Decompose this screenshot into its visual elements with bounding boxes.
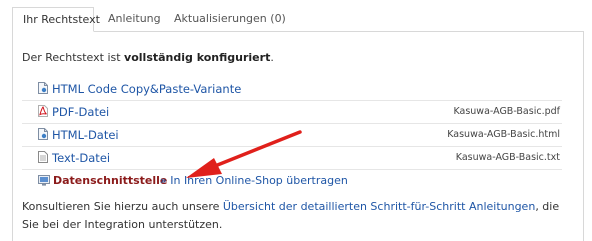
transfer-to-shop-link[interactable]: » In Ihren Online-Shop übertragen	[160, 174, 348, 187]
status-text: Der Rechtstext ist vollständig konfiguri…	[22, 51, 274, 64]
file-row-text: Text-Datei Kasuwa-AGB-Basic.txt	[22, 147, 562, 170]
tab-ihr-rechtstext[interactable]: Ihr Rechtstext	[12, 7, 100, 32]
html-file-link[interactable]: HTML-Datei	[52, 128, 119, 142]
html-page-icon	[38, 82, 48, 94]
file-row-pdf: PDF-Datei Kasuwa-AGB-Basic.pdf	[22, 101, 562, 124]
pdf-file-link[interactable]: PDF-Datei	[52, 105, 109, 119]
text-file-link[interactable]: Text-Datei	[52, 151, 110, 165]
file-row-html: HTML-Datei Kasuwa-AGB-Basic.html	[22, 124, 562, 147]
html-copy-paste-link[interactable]: HTML Code Copy&Paste-Variante	[52, 82, 241, 96]
status-suffix: .	[270, 51, 274, 64]
interface-icon	[38, 175, 50, 186]
help-text-prefix: Konsultieren Sie hierzu auch unsere	[22, 200, 223, 213]
help-text: Konsultieren Sie hierzu auch unsere Über…	[22, 198, 570, 234]
interface-label: Datenschnittstelle	[53, 174, 168, 187]
text-file-icon	[38, 151, 48, 163]
file-row-html-copy: HTML Code Copy&Paste-Variante	[22, 78, 562, 101]
status-bold: vollständig konfiguriert	[124, 51, 271, 64]
tab-bar: Ihr Rechtstext Anleitung Aktualisierunge…	[12, 7, 584, 32]
file-name: Kasuwa-AGB-Basic.txt	[455, 152, 560, 163]
file-name: Kasuwa-AGB-Basic.pdf	[453, 106, 560, 117]
status-prefix: Der Rechtstext ist	[22, 51, 125, 64]
tab-anleitung[interactable]: Anleitung	[98, 7, 171, 31]
tab-aktualisierungen[interactable]: Aktualisierungen (0)	[164, 7, 296, 31]
guides-overview-link[interactable]: Übersicht der detaillierten Schritt-für-…	[223, 200, 535, 213]
tab-label: Ihr Rechtstext	[23, 13, 100, 26]
tab-label: Aktualisierungen (0)	[174, 12, 286, 25]
file-name: Kasuwa-AGB-Basic.html	[447, 129, 560, 140]
tab-label: Anleitung	[108, 12, 161, 25]
html-page-icon	[38, 128, 48, 140]
interface-row: Datenschnittstelle » In Ihren Online-Sho…	[22, 172, 562, 190]
pdf-file-icon	[38, 105, 48, 117]
